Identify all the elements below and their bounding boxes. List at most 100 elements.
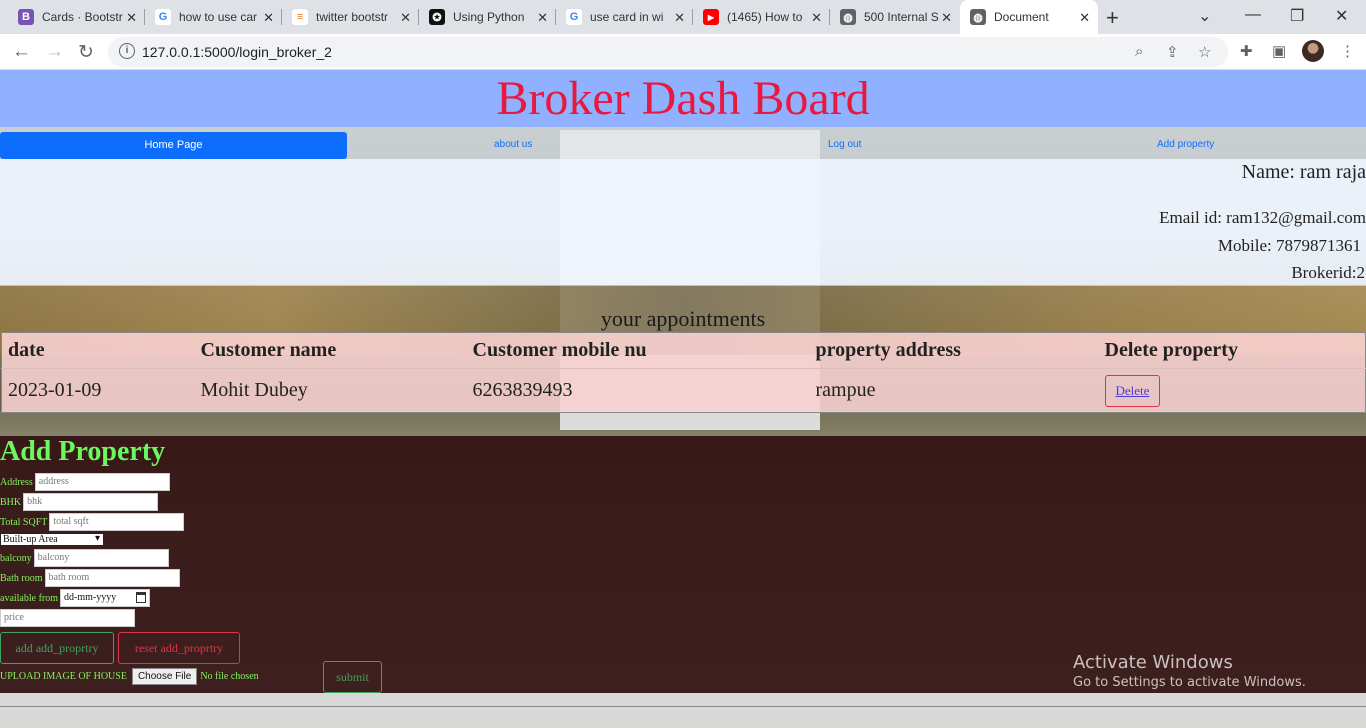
calendar-icon[interactable] [136,592,147,603]
browser-tab[interactable]: ✪ Using Python ✕ [419,0,556,34]
browser-tab[interactable]: ◍ 500 Internal S ✕ [830,0,960,34]
column-header: Customer name [194,332,467,369]
bathroom-row: Bath room bath room [0,569,180,587]
bookmark-star-icon[interactable]: ☆ [1198,43,1211,61]
youtube-icon: ▶ [703,9,719,25]
globe-icon: ◍ [840,9,856,25]
add-property-button[interactable]: add add_proprtry [0,632,114,664]
available-from-date-input[interactable]: dd-mm-yyyy [60,589,151,607]
google-icon: G [566,9,582,25]
upload-label: UPLOAD IMAGE OF HOUSE [0,671,127,682]
area-type-row: Built-up Area [0,533,104,546]
bootstrap-icon: B [18,9,34,25]
main-nav: Home Page about us Log out Add property [0,132,1366,159]
bhk-label: BHK [0,496,22,508]
logout-link[interactable]: Log out [828,139,861,150]
bathroom-label: Bath room [0,572,43,584]
close-tab-icon[interactable]: ✕ [400,10,411,26]
extensions-icon[interactable]: ✚ [1240,42,1253,60]
appointments-table: date Customer name Customer mobile nu pr… [1,332,1366,413]
browser-tabstrip: B Cards · Bootstr ✕ G how to use car ✕ ≡… [0,0,1366,34]
price-input[interactable]: price [0,609,135,627]
balcony-input[interactable]: balcony [33,549,169,567]
delete-button[interactable]: Delete [1104,374,1161,407]
appointment-date: 2023-01-09 [8,379,102,401]
page-header: Broker Dash Board [0,70,1366,127]
broker-name: Name: ram raja [1241,161,1366,183]
property-address: rampue [815,379,876,401]
column-header: Customer mobile nu [466,332,810,369]
broker-mobile: Mobile: 7879871361 [1217,236,1361,255]
sqft-input[interactable]: total sqft [49,513,185,531]
address-row: Address address [0,473,170,491]
address-bar[interactable]: i 127.0.0.1:5000/login_broker_2 ⌕ ⇪ ☆ [108,37,1228,67]
close-tab-icon[interactable]: ✕ [674,10,685,26]
customer-mobile: 6263839493 [472,379,573,401]
browser-tab[interactable]: G use card in wi ✕ [556,0,693,34]
page-body: Broker Dash Board Home Page about us Log… [0,70,1366,728]
browser-tab-active[interactable]: ◍ Document ✕ [960,0,1098,34]
window-close-icon[interactable]: ✕ [1335,6,1348,26]
broker-profile-panel: Name: ram raja Email id: ram132@gmail.co… [0,159,1366,285]
windows-activation-watermark: Activate Windows Go to Settings to activ… [1073,652,1306,690]
submit-button[interactable]: submit [323,661,382,693]
new-tab-icon[interactable]: + [1106,5,1119,31]
stackoverflow-icon: ≡ [292,9,308,25]
balcony-label: balcony [0,552,32,564]
bhk-input[interactable]: bhk [23,493,159,511]
home-page-button[interactable]: Home Page [0,132,347,159]
balcony-row: balcony balcony [0,549,169,567]
zoom-icon[interactable]: ⌕ [1135,43,1143,60]
share-icon[interactable]: ⇪ [1166,43,1179,61]
broker-id: Brokerid:2 [1291,263,1365,282]
bhk-row: BHK bhk [0,493,159,511]
address-label: Address [0,476,33,488]
file-status: No file chosen [200,671,259,682]
area-type-select[interactable]: Built-up Area [0,533,104,546]
sqft-row: Total SQFT total sqft [0,513,185,531]
close-tab-icon[interactable]: ✕ [126,10,137,26]
site-info-icon[interactable]: i [119,43,135,59]
address-input[interactable]: address [34,473,170,491]
close-tab-icon[interactable]: ✕ [263,10,274,26]
close-tab-icon[interactable]: ✕ [811,10,822,26]
available-from-row: available from dd-mm-yyyy [0,589,151,607]
delete-cell: Delete [1099,369,1366,413]
browser-toolbar: ← → ↻ i 127.0.0.1:5000/login_broker_2 ⌕ … [0,34,1366,70]
maximize-icon[interactable]: ❐ [1290,6,1304,26]
forward-icon[interactable]: → [45,41,64,63]
sqft-label: Total SQFT [0,516,48,528]
price-row: price [0,609,135,627]
table-row: 2023-01-09 Mohit Dubey 6263839493 rampue… [2,369,1366,413]
broker-email: Email id: ram132@gmail.com [1159,208,1366,227]
back-icon[interactable]: ← [12,41,31,63]
add-property-link[interactable]: Add property [1157,139,1214,150]
upload-row: UPLOAD IMAGE OF HOUSE Choose File No fil… [0,668,259,685]
tab-search-icon[interactable]: ⌄ [1198,6,1211,26]
close-tab-icon[interactable]: ✕ [1079,10,1090,26]
reload-icon[interactable]: ↻ [78,41,94,64]
google-icon: G [155,9,171,25]
side-panel-icon[interactable]: ▣ [1272,42,1286,60]
close-tab-icon[interactable]: ✕ [941,10,952,26]
globe-icon: ◍ [970,9,986,25]
table-header-row: date Customer name Customer mobile nu pr… [1,332,1366,369]
bathroom-input[interactable]: bath room [44,569,180,587]
menu-icon[interactable]: ⋮ [1340,42,1355,60]
page-title: Broker Dash Board [496,72,870,125]
about-us-link[interactable]: about us [494,139,532,150]
browser-tab[interactable]: B Cards · Bootstr ✕ [8,0,145,34]
browser-tab[interactable]: ▶ (1465) How to ✕ [693,0,830,34]
available-from-label: available from [0,592,59,604]
close-tab-icon[interactable]: ✕ [537,10,548,26]
column-header: Delete property [1098,332,1366,369]
browser-tab[interactable]: G how to use car ✕ [145,0,282,34]
customer-name: Mohit Dubey [200,379,308,401]
add-property-title: Add Property [0,436,166,467]
profile-avatar[interactable] [1302,40,1324,62]
minimize-icon[interactable]: — [1245,6,1261,24]
github-icon: ✪ [429,9,445,25]
choose-file-button[interactable]: Choose File [131,668,198,685]
browser-tab[interactable]: ≡ twitter bootstr ✕ [282,0,419,34]
reset-button[interactable]: reset add_proprtry [118,632,240,664]
